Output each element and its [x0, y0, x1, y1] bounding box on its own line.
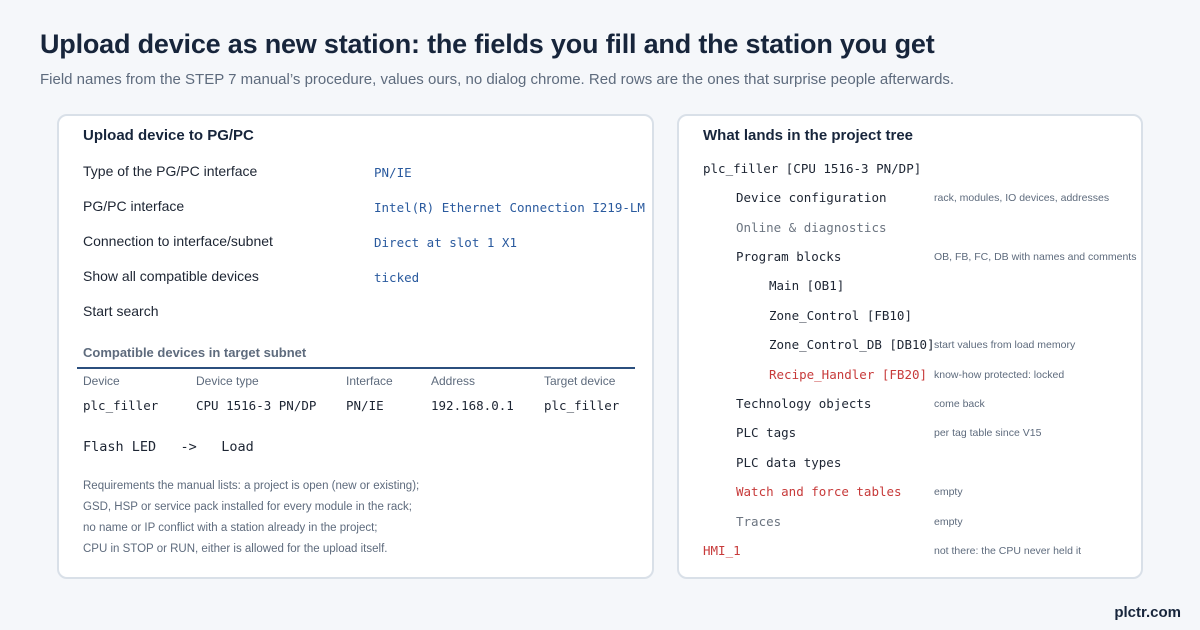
- tree-node-station[interactable]: plc_filler [CPU 1516-3 PN/DP]: [703, 161, 921, 176]
- start-search-button[interactable]: Start search: [83, 303, 158, 319]
- tree-node-device-configuration[interactable]: Device configuration: [736, 190, 887, 205]
- tree-node-recipe-handler-fb20[interactable]: Recipe_Handler [FB20]: [769, 367, 927, 382]
- upload-dialog-card: Upload device to PG/PC Type of the PG/PC…: [57, 114, 654, 579]
- project-tree-card: What lands in the project tree plc_fille…: [677, 114, 1143, 579]
- tree-node-traces[interactable]: Traces: [736, 514, 781, 529]
- requirement-line: GSD, HSP or service pack installed for e…: [83, 501, 412, 513]
- table-cell-device[interactable]: plc_filler: [83, 398, 158, 413]
- field-value-show-compatible[interactable]: ticked: [374, 270, 419, 285]
- field-value-interface-type[interactable]: PN/IE: [374, 165, 412, 180]
- tree-note-plc-tags: per tag table since V15: [934, 427, 1042, 439]
- tree-node-technology-objects[interactable]: Technology objects: [736, 396, 871, 411]
- load-button[interactable]: Load: [221, 439, 254, 455]
- tree-note-device-configuration: rack, modules, IO devices, addresses: [934, 192, 1110, 204]
- tree-node-zone-control-fb10[interactable]: Zone_Control [FB10]: [769, 308, 912, 323]
- flash-led-button[interactable]: Flash LED: [83, 439, 156, 455]
- table-cell-interface[interactable]: PN/IE: [346, 398, 384, 413]
- tree-node-program-blocks[interactable]: Program blocks: [736, 249, 841, 264]
- tree-node-main-ob1[interactable]: Main [OB1]: [769, 278, 844, 293]
- subnet-table-rule: [77, 367, 635, 369]
- table-header-target-device: Target device: [544, 374, 616, 388]
- tree-node-hmi-1[interactable]: HMI_1: [703, 543, 741, 558]
- tree-node-plc-tags[interactable]: PLC tags: [736, 425, 796, 440]
- table-header-device: Device: [83, 374, 120, 388]
- field-label-connection-subnet: Connection to interface/subnet: [83, 233, 273, 249]
- tree-note-traces: empty: [934, 516, 963, 528]
- field-value-pgpc-interface[interactable]: Intel(R) Ethernet Connection I219-LM: [374, 200, 645, 215]
- requirement-line: Requirements the manual lists: a project…: [83, 480, 420, 492]
- upload-dialog-title: Upload device to PG/PC: [83, 127, 254, 144]
- brand-logo: plctr.com: [1114, 604, 1181, 621]
- tree-note-technology-objects: come back: [934, 398, 985, 410]
- tree-node-watch-force-tables[interactable]: Watch and force tables: [736, 484, 902, 499]
- tree-note-hmi-1: not there: the CPU never held it: [934, 545, 1082, 557]
- project-tree-title: What lands in the project tree: [703, 127, 914, 144]
- tree-node-plc-data-types[interactable]: PLC data types: [736, 455, 841, 470]
- table-cell-address[interactable]: 192.168.0.1: [431, 398, 514, 413]
- requirement-line: no name or IP conflict with a station al…: [83, 522, 378, 534]
- field-label-interface-type: Type of the PG/PC interface: [83, 163, 258, 179]
- field-value-connection-subnet[interactable]: Direct at slot 1 X1: [374, 235, 517, 250]
- page-title: Upload device as new station: the fields…: [40, 29, 935, 59]
- tree-node-zone-control-db10[interactable]: Zone_Control_DB [DB10]: [769, 337, 935, 352]
- table-header-device-type: Device type: [196, 374, 259, 388]
- arrow-separator: ->: [180, 439, 197, 455]
- tree-note-zone-control-db10: start values from load memory: [934, 339, 1076, 351]
- table-cell-target-device[interactable]: plc_filler: [544, 398, 619, 413]
- table-cell-device-type[interactable]: CPU 1516-3 PN/DP: [196, 398, 316, 413]
- field-label-show-compatible: Show all compatible devices: [83, 268, 259, 284]
- requirement-line: CPU in STOP or RUN, either is allowed fo…: [83, 543, 388, 555]
- subnet-table-title: Compatible devices in target subnet: [83, 345, 307, 360]
- tree-note-recipe-handler-fb20: know-how protected: locked: [934, 369, 1065, 381]
- table-header-address: Address: [431, 374, 476, 388]
- tree-note-watch-force-tables: empty: [934, 486, 963, 498]
- field-label-pgpc-interface: PG/PC interface: [83, 198, 185, 214]
- action-row: Flash LED -> Load: [83, 439, 254, 455]
- tree-node-online-diagnostics[interactable]: Online & diagnostics: [736, 220, 887, 235]
- table-header-interface: Interface: [346, 374, 393, 388]
- page-subtitle: Field names from the STEP 7 manual’s pro…: [40, 71, 955, 88]
- tree-note-program-blocks: OB, FB, FC, DB with names and comments: [934, 251, 1137, 263]
